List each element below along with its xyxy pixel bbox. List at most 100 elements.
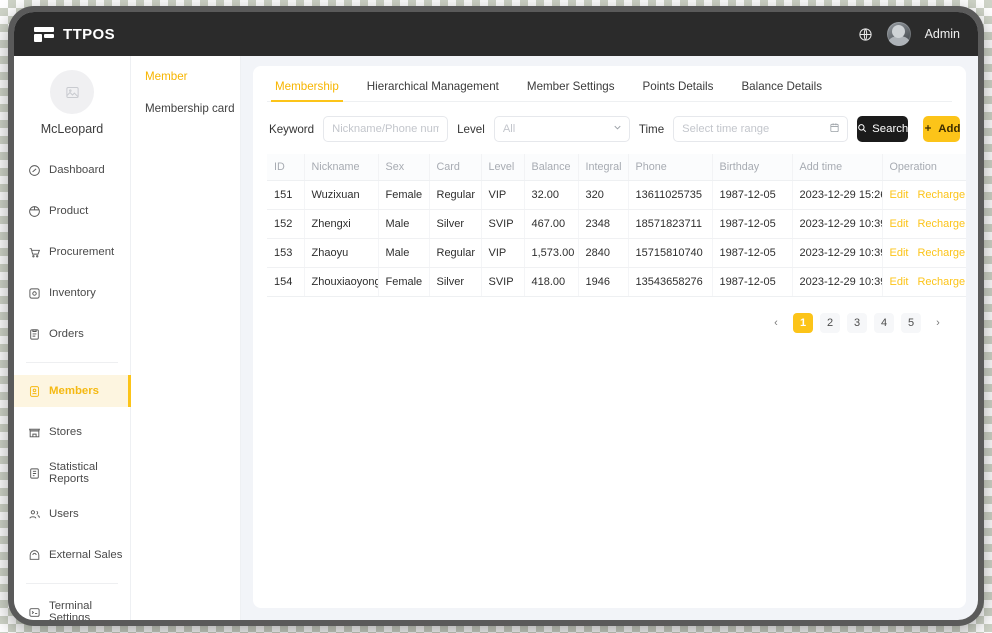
pagination-page-3[interactable]: 3 — [847, 313, 867, 333]
cell-operation: EditRechargeDelete — [882, 180, 966, 210]
pagination: ‹ 1 2 3 4 5 › — [267, 297, 952, 333]
pagination-next[interactable]: › — [928, 313, 948, 333]
sidebar-item-users[interactable]: Users — [14, 498, 130, 530]
column-header-phone[interactable]: Phone — [628, 154, 713, 181]
pagination-prev[interactable]: ‹ — [766, 313, 786, 333]
tab-balance-details[interactable]: Balance Details — [741, 80, 822, 101]
edit-link[interactable]: Edit — [890, 189, 909, 201]
recharge-link[interactable]: Recharge — [917, 247, 965, 259]
globe-icon[interactable] — [858, 27, 873, 42]
top-header-bar: TTPOS Admin — [14, 12, 978, 56]
column-header-nickname[interactable]: Nickname — [304, 154, 379, 181]
sidebar-item-label: Members — [49, 385, 100, 397]
app-body: McLeopard Dashboard Product Procurement … — [14, 56, 978, 620]
app-screen: TTPOS Admin McLeopard Dashboard Product … — [14, 12, 978, 620]
cell-phone: 13611025735 — [628, 180, 713, 210]
cell-integral: 1946 — [578, 267, 629, 297]
table-row[interactable]: 154 Zhouxiaoyong Female Silver SVIP 418.… — [267, 267, 966, 297]
tab-member-settings[interactable]: Member Settings — [527, 80, 615, 101]
pagination-page-1[interactable]: 1 — [793, 313, 813, 333]
cell-level: SVIP — [481, 267, 525, 297]
orders-icon — [27, 327, 41, 341]
cell-balance: 418.00 — [524, 267, 579, 297]
sidebar-item-terminal-settings[interactable]: Terminal Settings — [14, 596, 130, 620]
profile-avatar[interactable] — [50, 70, 94, 114]
sidebar-item-label: Dashboard — [49, 164, 105, 176]
external-sales-icon — [27, 548, 41, 562]
cell-operation: EditRechargeDelete — [882, 238, 966, 268]
avatar[interactable] — [886, 22, 911, 46]
cell-card: Silver — [429, 267, 482, 297]
sidebar-item-orders[interactable]: Orders — [14, 318, 130, 350]
product-icon — [27, 204, 41, 218]
device-frame: TTPOS Admin McLeopard Dashboard Product … — [8, 6, 984, 626]
table-row[interactable]: 153 Zhaoyu Male Regular VIP 1,573.00 284… — [267, 238, 966, 268]
level-select[interactable] — [493, 116, 630, 142]
subnav-item-member[interactable]: Member — [145, 70, 240, 83]
level-select-wrapper — [493, 116, 630, 142]
sidebar-item-label: Stores — [49, 426, 82, 438]
column-header-level[interactable]: Level — [481, 154, 525, 181]
cell-card: Regular — [429, 238, 482, 268]
sidebar-item-members[interactable]: Members — [14, 375, 131, 407]
edit-link[interactable]: Edit — [890, 218, 909, 230]
sidebar-item-dashboard[interactable]: Dashboard — [14, 154, 130, 186]
pagination-page-4[interactable]: 4 — [874, 313, 894, 333]
sidebar-item-inventory[interactable]: Inventory — [14, 277, 130, 309]
column-header-operation: Operation — [882, 154, 966, 181]
sidebar-divider-1 — [26, 362, 118, 363]
sidebar-item-label: Statistical Reports — [49, 461, 98, 485]
column-header-birthday[interactable]: Birthday — [712, 154, 793, 181]
cell-balance: 467.00 — [524, 209, 579, 239]
add-button[interactable]: Add — [923, 116, 961, 142]
pagination-page-2[interactable]: 2 — [820, 313, 840, 333]
recharge-link[interactable]: Recharge — [917, 276, 965, 288]
brand-logo: TTPOS — [34, 26, 115, 43]
tab-hierarchical-management[interactable]: Hierarchical Management — [367, 80, 499, 101]
user-name[interactable]: Admin — [925, 27, 960, 41]
sidebar-item-procurement[interactable]: Procurement — [14, 236, 130, 268]
column-header-sex[interactable]: Sex — [378, 154, 430, 181]
recharge-link[interactable]: Recharge — [917, 189, 965, 201]
keyword-label: Keyword — [269, 122, 315, 136]
ttpos-logo-icon — [34, 26, 54, 42]
cell-birthday: 1987-12-05 — [712, 238, 793, 268]
cell-card: Silver — [429, 209, 482, 239]
column-header-id[interactable]: ID — [267, 154, 305, 181]
cell-level: SVIP — [481, 209, 525, 239]
sidebar-item-external-sales[interactable]: External Sales — [14, 539, 130, 571]
table-row[interactable]: 152 Zhengxi Male Silver SVIP 467.00 2348… — [267, 209, 966, 239]
pagination-page-5[interactable]: 5 — [901, 313, 921, 333]
tab-points-details[interactable]: Points Details — [643, 80, 714, 101]
table-row[interactable]: 151 Wuzixuan Female Regular VIP 32.00 32… — [267, 180, 966, 210]
sidebar-item-label: Terminal Settings — [49, 600, 93, 620]
sidebar-item-stores[interactable]: Stores — [14, 416, 130, 448]
cell-balance: 32.00 — [524, 180, 579, 210]
time-range-input[interactable] — [673, 116, 849, 142]
subnav-item-membership-card[interactable]: Membership card — [145, 102, 240, 115]
cell-nickname: Zhengxi — [304, 209, 379, 239]
cell-id: 151 — [267, 180, 305, 210]
stores-icon — [27, 425, 41, 439]
search-input[interactable] — [323, 116, 449, 142]
tab-membership[interactable]: Membership — [271, 80, 343, 102]
sidebar-item-label: External Sales — [49, 549, 123, 561]
edit-link[interactable]: Edit — [890, 276, 909, 288]
column-header-card[interactable]: Card — [429, 154, 482, 181]
column-header-add-time[interactable]: Add time — [792, 154, 883, 181]
cell-phone: 18571823711 — [628, 209, 713, 239]
sidebar-nav-primary: Dashboard Product Procurement Inventory … — [14, 154, 131, 620]
cell-integral: 2840 — [578, 238, 629, 268]
sidebar-item-statistical-reports[interactable]: Statistical Reports — [14, 457, 130, 489]
edit-link[interactable]: Edit — [890, 247, 909, 259]
time-label: Time — [638, 122, 665, 136]
search-button-label: Search — [872, 123, 909, 135]
recharge-link[interactable]: Recharge — [917, 218, 965, 230]
sidebar-item-product[interactable]: Product — [14, 195, 130, 227]
cell-card: Regular — [429, 180, 482, 210]
column-header-integral[interactable]: Integral — [578, 154, 629, 181]
search-button[interactable]: Search — [857, 116, 909, 142]
level-label: Level — [457, 122, 485, 136]
cell-add-time: 2023-12-29 15:26 — [792, 180, 883, 210]
column-header-balance[interactable]: Balance — [524, 154, 579, 181]
